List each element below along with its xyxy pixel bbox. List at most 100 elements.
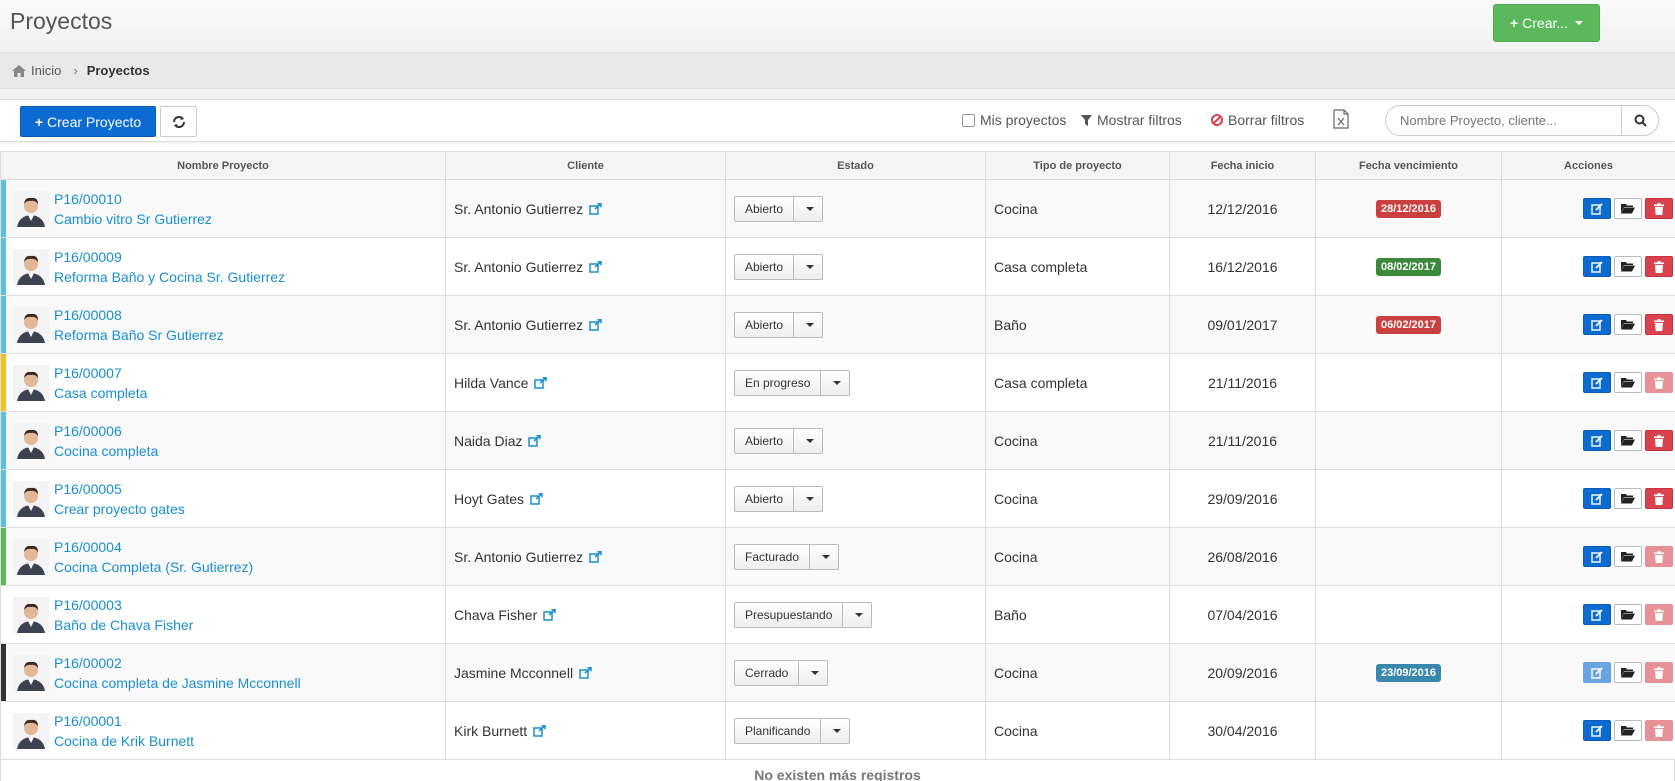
external-link-icon[interactable] (589, 202, 602, 215)
project-name-link[interactable]: Reforma Baño Sr Gutierrez (54, 325, 224, 345)
delete-button[interactable] (1645, 546, 1673, 567)
open-folder-button[interactable] (1614, 604, 1642, 625)
project-name-link[interactable]: Cocina Completa (Sr. Gutierrez) (54, 557, 253, 577)
project-code-link[interactable]: P16/00008 (54, 305, 224, 325)
project-name-link[interactable]: Baño de Chava Fisher (54, 615, 193, 635)
project-name-link[interactable]: Cocina completa (54, 441, 158, 461)
external-link-icon[interactable] (589, 318, 602, 331)
status-dropdown[interactable]: Abierto (734, 195, 824, 222)
external-link-icon[interactable] (589, 260, 602, 273)
status-toggle[interactable] (794, 255, 822, 279)
edit-button[interactable] (1583, 720, 1611, 741)
show-filters-link[interactable]: Mostrar filtros (1081, 112, 1182, 128)
project-code-link[interactable]: P16/00002 (54, 653, 301, 673)
refresh-button[interactable] (160, 106, 197, 137)
status-toggle[interactable] (794, 313, 822, 337)
project-code-link[interactable]: P16/00004 (54, 537, 253, 557)
edit-button[interactable] (1583, 372, 1611, 393)
column-header-type[interactable]: Tipo de proyecto (985, 151, 1170, 180)
delete-button[interactable] (1645, 662, 1673, 683)
column-header-name[interactable]: Nombre Proyecto (0, 151, 446, 180)
project-code-link[interactable]: P16/00006 (54, 421, 158, 441)
column-header-due-date[interactable]: Fecha vencimiento (1315, 151, 1502, 180)
status-label[interactable]: Abierto (735, 312, 795, 337)
project-code-link[interactable]: P16/00007 (54, 363, 147, 383)
status-toggle[interactable] (794, 487, 822, 511)
status-toggle[interactable] (794, 429, 822, 453)
column-header-client[interactable]: Cliente (445, 151, 726, 180)
status-dropdown[interactable]: Abierto (734, 311, 824, 338)
status-dropdown[interactable]: En progreso (734, 369, 851, 396)
project-name-link[interactable]: Reforma Baño y Cocina Sr. Gutierrez (54, 267, 285, 287)
checkbox[interactable] (962, 113, 975, 127)
edit-button[interactable] (1583, 314, 1611, 335)
status-label[interactable]: En progreso (735, 370, 822, 395)
status-dropdown[interactable]: Abierto (734, 427, 824, 454)
status-toggle[interactable] (843, 603, 871, 627)
status-toggle[interactable] (799, 661, 827, 685)
status-dropdown[interactable]: Cerrado (734, 659, 829, 686)
external-link-icon[interactable] (534, 376, 548, 389)
open-folder-button[interactable] (1614, 720, 1642, 741)
status-label[interactable]: Abierto (735, 486, 795, 511)
status-toggle[interactable] (794, 197, 822, 221)
breadcrumb-home-link[interactable]: Inicio (12, 63, 61, 78)
delete-button[interactable] (1645, 372, 1673, 393)
open-folder-button[interactable] (1614, 314, 1642, 335)
edit-button[interactable] (1583, 256, 1611, 277)
edit-button[interactable] (1583, 488, 1611, 509)
open-folder-button[interactable] (1614, 198, 1642, 219)
edit-button[interactable] (1583, 546, 1611, 567)
project-code-link[interactable]: P16/00009 (54, 247, 285, 267)
delete-button[interactable] (1645, 430, 1673, 451)
external-link-icon[interactable] (579, 666, 592, 679)
delete-button[interactable] (1645, 604, 1673, 625)
status-toggle[interactable] (821, 371, 849, 395)
edit-button[interactable] (1583, 662, 1611, 683)
status-dropdown[interactable]: Planificando (734, 717, 851, 744)
project-code-link[interactable]: P16/00010 (54, 189, 212, 209)
open-folder-button[interactable] (1614, 430, 1642, 451)
create-project-button[interactable]: + Crear Proyecto (20, 106, 156, 137)
status-label[interactable]: Presupuestando (735, 602, 844, 627)
status-label[interactable]: Facturado (735, 544, 811, 569)
open-folder-button[interactable] (1614, 256, 1642, 277)
external-link-icon[interactable] (528, 434, 542, 447)
column-header-status[interactable]: Estado (725, 151, 986, 180)
open-folder-button[interactable] (1614, 662, 1642, 683)
clear-filters-link[interactable]: Borrar filtros (1211, 112, 1304, 128)
project-code-link[interactable]: P16/00001 (54, 711, 194, 731)
open-folder-button[interactable] (1614, 372, 1642, 393)
status-label[interactable]: Cerrado (735, 660, 800, 685)
project-code-link[interactable]: P16/00005 (54, 479, 185, 499)
project-name-link[interactable]: Cocina de Krik Burnett (54, 731, 194, 751)
search-input[interactable] (1386, 106, 1621, 135)
delete-button[interactable] (1645, 256, 1673, 277)
status-label[interactable]: Abierto (735, 196, 795, 221)
open-folder-button[interactable] (1614, 546, 1642, 567)
column-header-start-date[interactable]: Fecha inicio (1169, 151, 1316, 180)
project-name-link[interactable]: Casa completa (54, 383, 147, 403)
status-dropdown[interactable]: Abierto (734, 253, 824, 280)
excel-export-button[interactable] (1333, 109, 1349, 129)
external-link-icon[interactable] (543, 608, 557, 621)
status-toggle[interactable] (821, 719, 849, 743)
status-toggle[interactable] (810, 545, 838, 569)
delete-button[interactable] (1645, 488, 1673, 509)
status-dropdown[interactable]: Facturado (734, 543, 840, 570)
external-link-icon[interactable] (589, 550, 602, 563)
status-dropdown[interactable]: Presupuestando (734, 601, 873, 628)
status-dropdown[interactable]: Abierto (734, 485, 824, 512)
delete-button[interactable] (1645, 314, 1673, 335)
delete-button[interactable] (1645, 198, 1673, 219)
edit-button[interactable] (1583, 198, 1611, 219)
external-link-icon[interactable] (530, 492, 543, 505)
external-link-icon[interactable] (533, 724, 546, 737)
delete-button[interactable] (1645, 720, 1673, 741)
project-name-link[interactable]: Cambio vitro Sr Gutierrez (54, 209, 212, 229)
my-projects-checkbox[interactable]: Mis proyectos (962, 112, 1066, 128)
status-label[interactable]: Planificando (735, 718, 822, 743)
create-dropdown-button[interactable]: + Crear... (1493, 4, 1600, 42)
status-label[interactable]: Abierto (735, 428, 795, 453)
project-name-link[interactable]: Cocina completa de Jasmine Mcconnell (54, 673, 301, 693)
